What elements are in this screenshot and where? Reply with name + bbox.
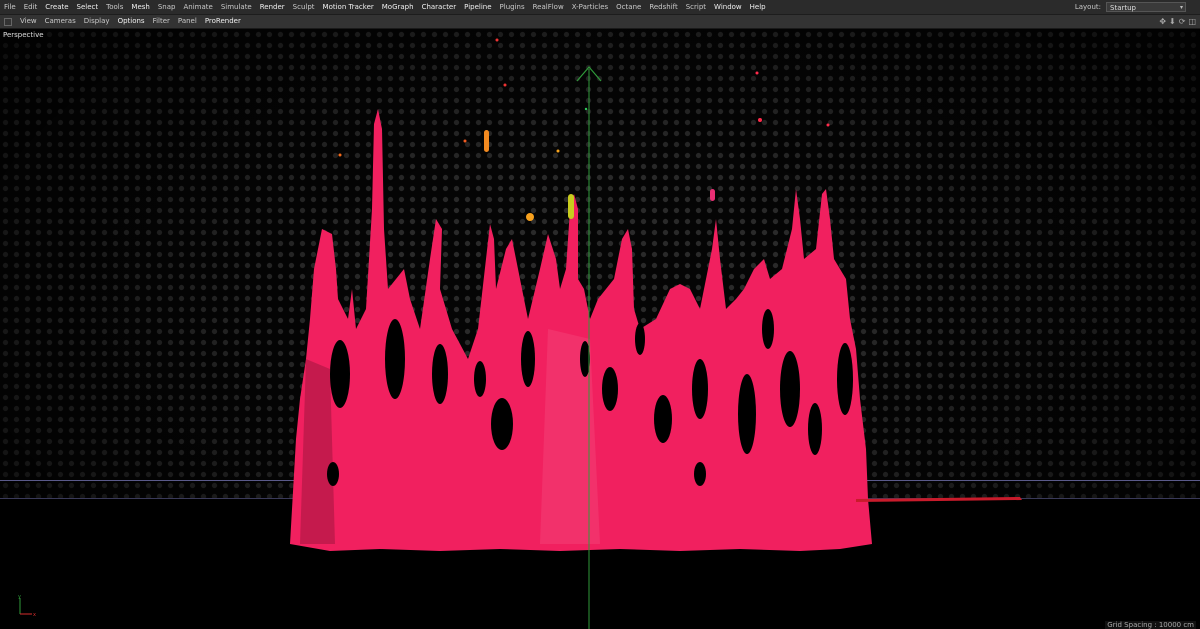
menu-select[interactable]: Select (73, 0, 103, 14)
menu-motion-tracker[interactable]: Motion Tracker (319, 0, 378, 14)
viewmenu-prorender[interactable]: ProRender (201, 15, 245, 28)
menu-tools[interactable]: Tools (102, 0, 127, 14)
menu-animate[interactable]: Animate (179, 0, 216, 14)
viewmenu-display[interactable]: Display (80, 15, 114, 28)
layout-label: Layout: (1074, 3, 1101, 11)
fluid-splash-render (290, 38, 1022, 629)
menu-render[interactable]: Render (256, 0, 289, 14)
menu-create[interactable]: Create (41, 0, 72, 14)
menu-script[interactable]: Script (682, 0, 710, 14)
viewmenu-view[interactable]: View (16, 15, 41, 28)
menu-octane[interactable]: Octane (612, 0, 645, 14)
menu-window[interactable]: Window (710, 0, 746, 14)
menu-mograph[interactable]: MoGraph (378, 0, 418, 14)
svg-text:y: y (18, 594, 21, 600)
menu-file[interactable]: File (0, 0, 20, 14)
menu-help[interactable]: Help (746, 0, 770, 14)
layout-value: Startup (1110, 4, 1136, 12)
viewmenu-cameras[interactable]: Cameras (41, 15, 80, 28)
menu-redshift[interactable]: Redshift (645, 0, 681, 14)
menu-edit[interactable]: Edit (20, 0, 42, 14)
svg-text:x: x (33, 612, 36, 618)
perspective-viewport[interactable]: Perspective y x Grid Spacing : 10000 cm (0, 29, 1200, 629)
menu-mesh[interactable]: Mesh (127, 0, 153, 14)
layout-dropdown[interactable]: Startup ▾ (1106, 2, 1186, 12)
layout-area: Layout: Startup ▾ (1075, 0, 1186, 14)
menu-sculpt[interactable]: Sculpt (289, 0, 319, 14)
maximize-view-icon[interactable]: ◫ (1188, 17, 1196, 26)
menu-plugins[interactable]: Plugins (496, 0, 529, 14)
viewmenu-filter[interactable]: Filter (149, 15, 174, 28)
rotate-view-icon[interactable]: ⟳ (1179, 17, 1186, 26)
viewport-nav-icons: ✥ ⬇ ⟳ ◫ (1159, 17, 1196, 26)
menu-simulate[interactable]: Simulate (217, 0, 256, 14)
axis-orientation-icon: y x (18, 594, 36, 618)
menu-realflow[interactable]: RealFlow (529, 0, 568, 14)
viewmenu-options[interactable]: Options (114, 15, 149, 28)
viewport-label: Perspective (3, 31, 44, 39)
menu-character[interactable]: Character (418, 0, 461, 14)
menu-x-particles[interactable]: X-Particles (568, 0, 612, 14)
main-menubar: File Edit Create Select Tools Mesh Snap Animate… (0, 0, 1200, 15)
chevron-down-icon: ▾ (1179, 4, 1183, 11)
menu-pipeline[interactable]: Pipeline (460, 0, 495, 14)
zoom-view-icon[interactable]: ⬇ (1169, 17, 1176, 26)
viewport-menu-icon[interactable] (4, 17, 12, 26)
grid-spacing-label: Grid Spacing : 10000 cm (1105, 621, 1196, 629)
viewport-menubar: View Cameras Display Options Filter Panel ProR… (0, 15, 1200, 29)
move-view-icon[interactable]: ✥ (1159, 17, 1166, 26)
viewmenu-panel[interactable]: Panel (174, 15, 201, 28)
menu-snap[interactable]: Snap (154, 0, 180, 14)
